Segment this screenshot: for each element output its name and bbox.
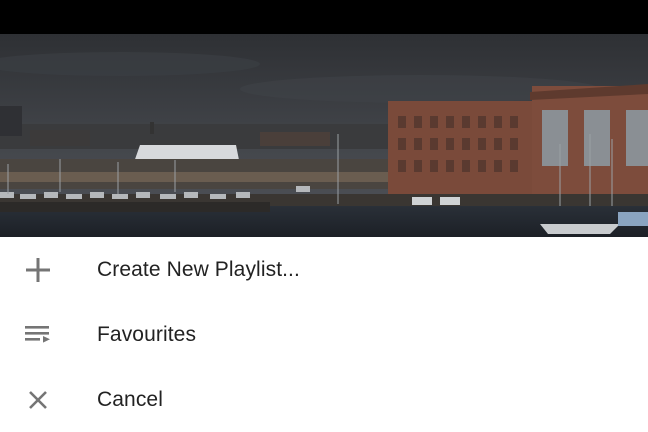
video-thumbnail[interactable] [0, 34, 648, 237]
favourites-label: Favourites [97, 322, 197, 346]
cancel-item[interactable]: Cancel [0, 367, 648, 432]
create-new-playlist-item[interactable]: Create New Playlist... [0, 237, 648, 302]
status-bar [0, 0, 648, 34]
playlist-options-sheet: Create New Playlist... Favourites Cancel [0, 237, 648, 432]
cancel-label: Cancel [97, 387, 163, 411]
favourites-item[interactable]: Favourites [0, 302, 648, 367]
plus-icon [24, 256, 52, 284]
close-icon [24, 386, 52, 414]
create-new-playlist-label: Create New Playlist... [97, 257, 300, 281]
playlist-icon [24, 321, 52, 349]
harbor-scene-image [0, 34, 648, 237]
